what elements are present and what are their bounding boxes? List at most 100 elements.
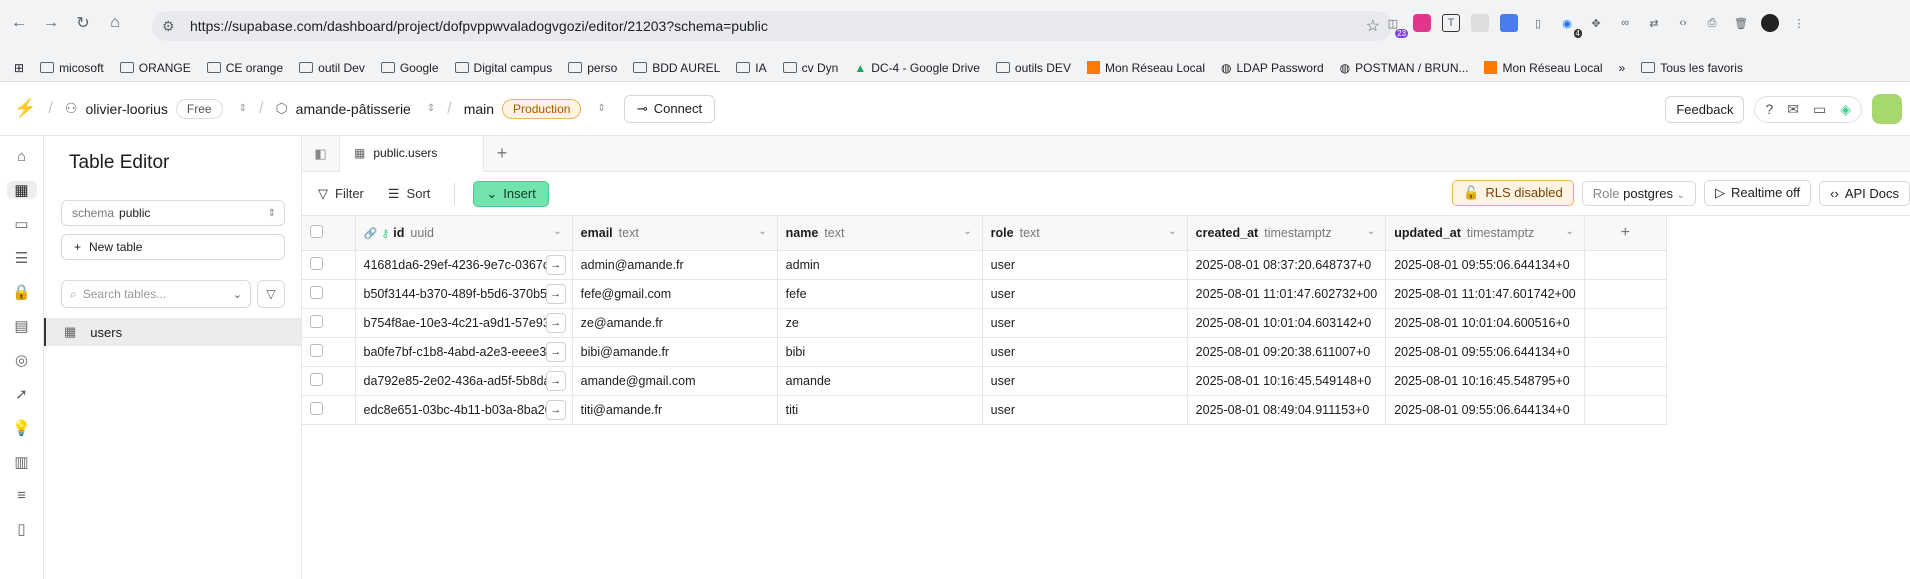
insert-button[interactable]: ⌄ Insert	[473, 180, 549, 207]
logs-icon[interactable]: ≡	[17, 487, 26, 504]
arrow-right-icon[interactable]: →	[545, 283, 566, 304]
row-checkbox[interactable]	[310, 372, 323, 386]
extension-icon[interactable]: ▯	[1529, 14, 1547, 32]
bookmarks-overflow[interactable]: »	[1619, 61, 1626, 75]
select-all-checkbox[interactable]	[310, 224, 323, 238]
breadcrumb-project[interactable]: ⬡ amande-pâtisserie ⇕	[275, 100, 435, 117]
filter-button[interactable]: ▽ Filter	[318, 186, 364, 202]
bookmark-link[interactable]: ◍ LDAP Password	[1221, 61, 1324, 75]
cell-updated-at[interactable]: 2025-08-01 11:01:47.601742+00	[1385, 279, 1585, 309]
row-checkbox[interactable]	[310, 314, 323, 328]
cell-updated-at[interactable]: 2025-08-01 09:55:06.644134+0	[1385, 337, 1585, 367]
cell-id[interactable]: da792e85-2e02-436a-ad5f-5b8da... →	[355, 366, 573, 396]
api-docs-button[interactable]: ‹› API Docs	[1819, 180, 1910, 206]
row-select-cell[interactable]	[302, 337, 356, 367]
row-select-cell[interactable]	[302, 366, 356, 396]
cell-updated-at[interactable]: 2025-08-01 10:16:45.548795+0	[1385, 366, 1585, 396]
inbox-icon[interactable]: ✉	[1787, 101, 1799, 118]
home-icon[interactable]: ⌂	[17, 148, 26, 165]
rls-status-button[interactable]: 🔓 RLS disabled	[1452, 180, 1574, 206]
row-select-cell[interactable]	[302, 250, 356, 280]
cell-role[interactable]: user	[982, 308, 1188, 338]
chevron-down-icon[interactable]: ⌄	[553, 226, 561, 237]
chevron-down-icon[interactable]: ⌄	[233, 288, 242, 301]
arrow-right-icon[interactable]: →	[545, 399, 566, 420]
column-header-updated-at[interactable]: updated_at timestamptz ⌄	[1385, 216, 1585, 251]
bookmark-star-icon[interactable]: ☆	[1366, 16, 1380, 36]
cell-name[interactable]: titi	[777, 395, 983, 425]
bookmark-folder[interactable]: IA	[736, 61, 767, 75]
row-checkbox[interactable]	[310, 256, 323, 270]
chevron-updown-icon[interactable]: ⇕	[597, 103, 605, 114]
bookmark-folder[interactable]: CE orange	[206, 61, 283, 75]
row-select-cell[interactable]	[302, 308, 356, 338]
extension-icon[interactable]	[1413, 14, 1431, 32]
arrow-right-icon[interactable]: →	[545, 254, 566, 275]
cell-created-at[interactable]: 2025-08-01 08:49:04.911153+0	[1187, 395, 1387, 425]
cell-email[interactable]: titi@amande.fr	[572, 395, 778, 425]
sidebar-item-users[interactable]: ▦ users	[44, 318, 301, 346]
column-header-email[interactable]: email text ⌄	[572, 216, 778, 251]
chevron-down-icon[interactable]: ⌄	[1565, 226, 1573, 237]
all-bookmarks[interactable]: Tous les favoris	[1641, 61, 1743, 75]
connect-button[interactable]: ⊸ Connect	[623, 94, 716, 123]
select-all-cell[interactable]	[302, 216, 356, 251]
realtime-button[interactable]: ▷ Realtime off	[1704, 180, 1812, 206]
column-header-id[interactable]: 🔗 ⚷ id uuid ⌄	[355, 216, 573, 251]
extension-icon[interactable]	[1471, 14, 1489, 32]
row-select-cell[interactable]	[302, 279, 356, 309]
cell-id[interactable]: b754f8ae-10e3-4c21-a9d1-57e93f... →	[355, 308, 573, 338]
profile-avatar-icon[interactable]	[1761, 14, 1779, 32]
auth-icon[interactable]: 🔒	[12, 283, 31, 301]
filter-tables-button[interactable]: ▽	[257, 280, 285, 308]
devtools-icon[interactable]: ‹›	[1674, 14, 1692, 32]
chevron-down-icon[interactable]: ⌄	[1168, 226, 1176, 237]
database-icon[interactable]: ☰	[15, 249, 28, 267]
cell-role[interactable]: user	[982, 366, 1188, 396]
bookmark-folder[interactable]: Google	[380, 61, 439, 75]
bookmark-link[interactable]: Mon Réseau Local	[1086, 61, 1205, 75]
schema-select[interactable]: schema public ⇕	[61, 200, 285, 226]
cell-name[interactable]: admin	[777, 250, 983, 280]
cell-role[interactable]: user	[982, 337, 1188, 367]
cell-created-at[interactable]: 2025-08-01 10:16:45.549148+0	[1187, 366, 1387, 396]
trash-icon[interactable]: 🗑	[1732, 14, 1750, 32]
extension-icon[interactable]: ◫ 23	[1384, 14, 1408, 38]
extension-icon[interactable]: ◉ 4	[1558, 14, 1582, 38]
new-table-button[interactable]: + New table	[61, 234, 285, 260]
row-checkbox[interactable]	[310, 285, 323, 299]
puzzle-icon[interactable]: ✥	[1587, 14, 1605, 32]
cell-updated-at[interactable]: 2025-08-01 09:55:06.644134+0	[1385, 395, 1585, 425]
avatar[interactable]	[1872, 94, 1902, 124]
help-icon[interactable]: ?	[1765, 101, 1773, 118]
bookmark-link[interactable]: ▲ DC-4 - Google Drive	[854, 61, 980, 75]
address-bar[interactable]: ⚙ https://supabase.com/dashboard/project…	[152, 11, 1392, 41]
cell-name[interactable]: ze	[777, 308, 983, 338]
table-row[interactable]: b50f3144-b370-489f-b5d6-370b5... → fefe@gm…	[302, 279, 1667, 309]
bookmark-link[interactable]: ◍ POSTMAN / BRUN...	[1340, 61, 1469, 75]
extension-icon[interactable]: T	[1442, 14, 1460, 32]
arrow-right-icon[interactable]: →	[545, 312, 566, 333]
forward-icon[interactable]: →	[40, 12, 62, 34]
column-header-role[interactable]: role text ⌄	[982, 216, 1188, 251]
bookmark-folder[interactable]: Digital campus	[454, 61, 552, 75]
add-column-button[interactable]: +	[1584, 216, 1667, 251]
reports-icon[interactable]: ▥	[14, 453, 28, 471]
cell-id[interactable]: 41681da6-29ef-4236-9e7c-0367c... →	[355, 250, 573, 280]
cell-email[interactable]: amande@gmail.com	[572, 366, 778, 396]
cell-id[interactable]: ba0fe7bf-c1b8-4abd-a2e3-eeee3... →	[355, 337, 573, 367]
url-text[interactable]: https://supabase.com/dashboard/project/d…	[190, 18, 768, 34]
cell-email[interactable]: fefe@gmail.com	[572, 279, 778, 309]
row-select-cell[interactable]	[302, 395, 356, 425]
cell-updated-at[interactable]: 2025-08-01 09:55:06.644134+0	[1385, 250, 1585, 280]
cell-id[interactable]: b50f3144-b370-489f-b5d6-370b5... →	[355, 279, 573, 309]
cell-role[interactable]: user	[982, 250, 1188, 280]
role-select[interactable]: Role postgres ⌄	[1581, 180, 1696, 206]
storage-icon[interactable]: ▤	[14, 317, 28, 335]
sidebar-toggle-icon[interactable]: ◧	[302, 136, 340, 171]
back-icon[interactable]: ←	[8, 12, 30, 34]
breadcrumb-org[interactable]: ⚇ olivier-loorius Free ⇕	[65, 98, 247, 119]
bookmark-folder[interactable]: outils DEV	[995, 61, 1071, 75]
bookmark-folder[interactable]: outil Dev	[299, 61, 365, 75]
column-header-created-at[interactable]: created_at timestamptz ⌄	[1187, 216, 1387, 251]
